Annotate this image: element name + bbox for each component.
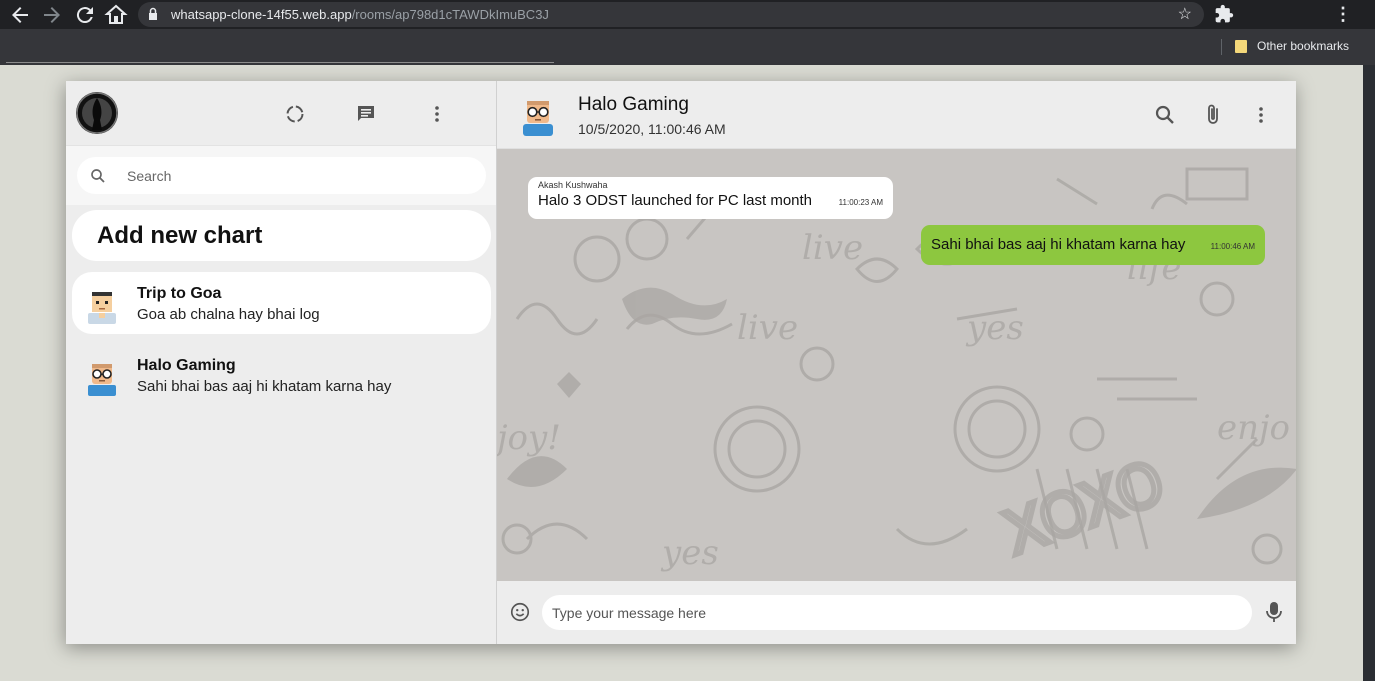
chat-header: Halo Gaming 10/5/2020, 11:00:46 AM (497, 81, 1296, 149)
bookmarks-bar: Other bookmarks (0, 29, 1375, 65)
message-sender: Akash Kushwaha (538, 180, 608, 190)
puzzle-icon[interactable] (1214, 4, 1234, 24)
message-input[interactable] (542, 595, 1252, 630)
more-vert-icon[interactable] (1249, 103, 1273, 127)
svg-text:live: live (802, 228, 863, 268)
whatsapp-app: Add new chart Trip to Goa Goa ab chalna … (66, 81, 1296, 644)
home-icon[interactable] (104, 3, 128, 27)
mic-icon[interactable] (1265, 600, 1283, 624)
room-title: Halo Gaming (578, 94, 689, 115)
message-text: Halo 3 ODST launched for PC last month (538, 192, 813, 209)
star-icon[interactable]: ☆ (1178, 4, 1192, 24)
attach-icon[interactable] (1201, 103, 1225, 127)
message-text: Sahi bhai bas aaj hi khatam karna hay (931, 236, 1186, 253)
avatar (88, 364, 116, 396)
folder-icon (1235, 40, 1247, 53)
incoming-message: Akash Kushwaha Halo 3 ODST launched for … (528, 177, 893, 219)
message-composer (497, 581, 1296, 644)
address-bar[interactable]: whatsapp-clone-14f55.web.app/rooms/ap798… (138, 2, 1204, 27)
avatar (88, 292, 116, 324)
bookmarks-divider (1221, 39, 1222, 55)
sidebar-header (66, 81, 496, 146)
browser-toolbar: whatsapp-clone-14f55.web.app/rooms/ap798… (0, 0, 1375, 29)
more-vert-icon[interactable] (425, 102, 449, 126)
search-box (77, 157, 486, 194)
url-host: whatsapp-clone-14f55.web.app (171, 7, 352, 22)
search-container (66, 146, 496, 205)
other-bookmarks-link[interactable]: Other bookmarks (1257, 39, 1349, 53)
chat-last-message: Goa ab chalna hay bhai log (137, 306, 320, 323)
svg-text:yes: yes (965, 308, 1024, 348)
search-icon (91, 169, 105, 183)
svg-text:enjo: enjo (1217, 408, 1290, 448)
message-area: live live yes joy! yes enjo life XOXO Ak… (497, 149, 1296, 581)
url-path: /rooms/ap798d1cTAWDkImuBC3J (351, 7, 549, 22)
search-icon[interactable] (1153, 103, 1177, 127)
svg-text:yes: yes (660, 533, 719, 573)
add-new-chat-button[interactable]: Add new chart (72, 210, 491, 261)
back-icon[interactable] (8, 3, 32, 27)
lock-icon (149, 7, 157, 20)
reload-icon[interactable] (73, 3, 97, 27)
sidebar-chat-item[interactable]: Halo Gaming Sahi bhai bas aaj hi khatam … (72, 344, 491, 406)
forward-icon[interactable] (40, 3, 64, 27)
chat-name: Halo Gaming (137, 357, 236, 374)
search-input[interactable] (127, 164, 467, 188)
svg-text:live: live (737, 308, 798, 348)
chat-panel: Halo Gaming 10/5/2020, 11:00:46 AM live … (497, 81, 1296, 644)
avatar[interactable] (517, 94, 559, 136)
chat-icon[interactable] (354, 102, 378, 126)
browser-chrome: whatsapp-clone-14f55.web.app/rooms/ap798… (0, 0, 1375, 65)
svg-text:joy!: joy! (497, 418, 561, 458)
url-text: whatsapp-clone-14f55.web.app/rooms/ap798… (171, 7, 549, 22)
chat-last-message: Sahi bhai bas aaj hi khatam karna hay (137, 378, 392, 395)
avatar[interactable] (76, 92, 118, 134)
svg-text:XOXO: XOXO (995, 447, 1174, 569)
emoji-icon[interactable] (509, 601, 531, 623)
more-vert-icon[interactable]: ⋮ (1333, 4, 1353, 24)
sidebar: Add new chart Trip to Goa Goa ab chalna … (66, 81, 497, 644)
room-last-seen: 10/5/2020, 11:00:46 AM (578, 121, 726, 137)
chat-name: Trip to Goa (137, 285, 222, 302)
message-time: 11:00:23 AM (838, 198, 883, 207)
background-window-edge (1363, 65, 1375, 681)
page-load-bar (6, 62, 554, 63)
outgoing-message: Sahi bhai bas aaj hi khatam karna hay 11… (921, 225, 1265, 265)
message-time: 11:00:46 AM (1210, 242, 1255, 251)
sidebar-chat-item[interactable]: Trip to Goa Goa ab chalna hay bhai log (72, 272, 491, 334)
status-icon[interactable] (283, 102, 307, 126)
